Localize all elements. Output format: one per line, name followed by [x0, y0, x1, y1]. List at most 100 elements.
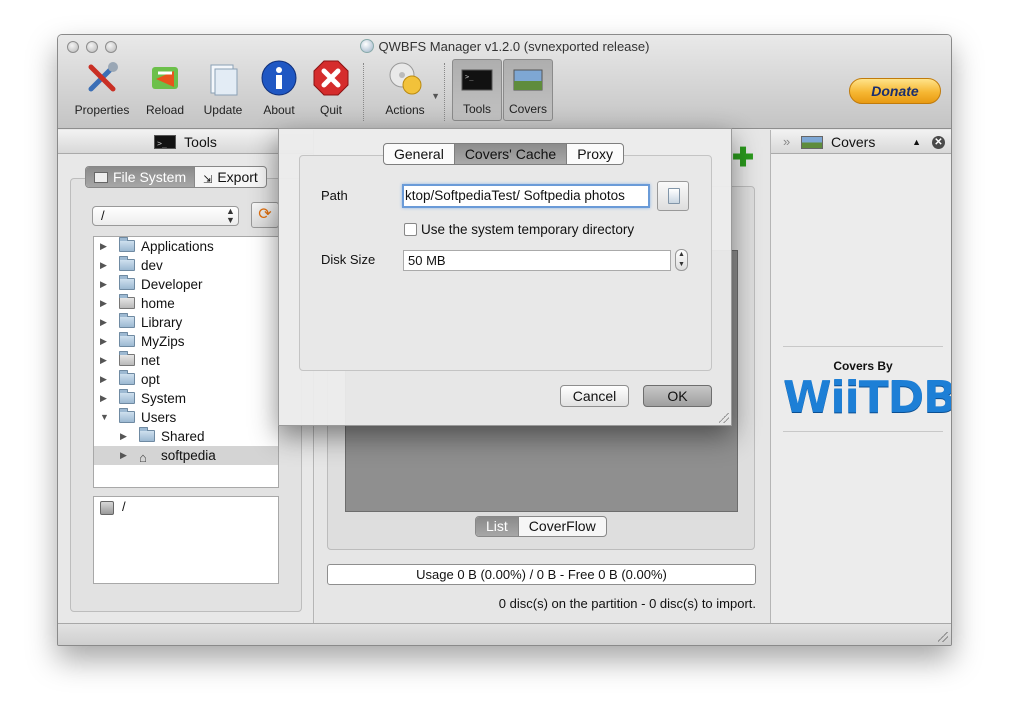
- tab-export[interactable]: ⇲ Export: [195, 167, 266, 187]
- disclosure-closed-icon[interactable]: ▶: [120, 427, 127, 446]
- tab-coverflow[interactable]: CoverFlow: [519, 517, 606, 536]
- title-bar: QWBFS Manager v1.2.0 (svnexported releas…: [58, 35, 951, 129]
- wiitdb-credit[interactable]: Covers By WiiTDB: [783, 346, 952, 432]
- update-icon: [204, 59, 242, 97]
- tree-item-label: Library: [141, 315, 183, 330]
- double-chevron-icon[interactable]: »: [783, 130, 790, 154]
- covers-toggle-button[interactable]: Covers: [503, 59, 553, 121]
- wiitdb-logo: WiiTDB: [783, 372, 952, 423]
- tree-item[interactable]: ▶ dev: [94, 256, 278, 275]
- cache-path-input[interactable]: ktop/SoftpediaTest/ Softpedia photos: [402, 184, 650, 208]
- covers-by-label: Covers By: [833, 359, 893, 373]
- tab-proxy[interactable]: Proxy: [567, 144, 623, 164]
- tree-item[interactable]: ▶ Applications: [94, 237, 278, 256]
- usage-bar: Usage 0 B (0.00%) / 0 B - Free 0 B (0.00…: [327, 564, 756, 585]
- folder-icon: [139, 427, 155, 442]
- disclosure-closed-icon[interactable]: ▶: [120, 446, 127, 465]
- disk-size-stepper[interactable]: ▲ ▼: [675, 249, 688, 271]
- settings-tabs: General Covers' Cache Proxy: [383, 143, 624, 165]
- drive-list[interactable]: /: [93, 496, 279, 584]
- tree-item[interactable]: ▼ Users: [94, 408, 278, 427]
- window-title: QWBFS Manager v1.2.0 (svnexported releas…: [58, 39, 951, 54]
- path-combo-value: /: [101, 208, 105, 223]
- disclosure-closed-icon[interactable]: ▶: [100, 275, 107, 294]
- actions-button[interactable]: Actions ▼: [372, 57, 440, 123]
- folder-icon: [119, 370, 135, 385]
- tree-item-label: opt: [141, 372, 160, 387]
- folder-icon: [119, 256, 135, 271]
- terminal-icon: >_: [461, 64, 493, 96]
- collapse-arrow-icon[interactable]: ▲: [912, 130, 921, 154]
- disclosure-closed-icon[interactable]: ▶: [100, 313, 107, 332]
- tools-panel-header: Tools: [58, 130, 313, 156]
- covers-panel-header: » Covers ▲ ✕: [771, 130, 951, 154]
- tab-covers-cache[interactable]: Covers' Cache: [454, 144, 568, 164]
- temp-dir-label[interactable]: Use the system temporary directory: [421, 222, 634, 237]
- tools-panel-title: Tools: [184, 134, 217, 150]
- tree-item[interactable]: ▶ Developer: [94, 275, 278, 294]
- ok-button[interactable]: OK: [643, 385, 712, 407]
- tree-item-label: Shared: [161, 429, 205, 444]
- update-button[interactable]: Update: [192, 57, 254, 123]
- file-system-icon: [94, 172, 108, 183]
- donate-button[interactable]: Donate: [849, 78, 941, 104]
- tree-item[interactable]: ▶ Shared: [94, 427, 278, 446]
- disk-size-label: Disk Size: [321, 252, 376, 267]
- actions-icon: [386, 59, 424, 97]
- network-folder-icon: [119, 351, 135, 366]
- tree-item-label: MyZips: [141, 334, 185, 349]
- disclosure-open-icon[interactable]: ▼: [100, 408, 109, 427]
- tree-item[interactable]: ▶ MyZips: [94, 332, 278, 351]
- disclosure-closed-icon[interactable]: ▶: [100, 389, 107, 408]
- tree-item[interactable]: ▶ home: [94, 294, 278, 313]
- tab-file-system[interactable]: File System: [86, 167, 196, 187]
- tree-item[interactable]: ▶ ⌂ softpedia: [94, 446, 278, 465]
- tree-item-label: net: [141, 353, 160, 368]
- folder-tree[interactable]: ▶ Applications ▶ dev ▶ Developer ▶ home ▶ Library…: [93, 236, 279, 488]
- close-panel-icon[interactable]: ✕: [932, 136, 945, 149]
- export-icon: ⇲: [203, 174, 213, 186]
- reload-button[interactable]: Reload: [134, 57, 196, 123]
- drive-item[interactable]: /: [122, 499, 126, 514]
- cancel-button[interactable]: Cancel: [560, 385, 629, 407]
- tab-general[interactable]: General: [384, 144, 455, 164]
- resize-grip-icon[interactable]: [938, 632, 948, 642]
- browse-button[interactable]: [657, 181, 689, 211]
- plus-icon: ✚: [732, 142, 754, 172]
- add-partition-button[interactable]: ✚: [731, 144, 755, 170]
- refresh-icon: ⟳: [258, 206, 272, 223]
- disclosure-closed-icon[interactable]: ▶: [100, 237, 107, 256]
- tools-toggle-button[interactable]: >_ Tools: [452, 59, 502, 121]
- view-mode-tabs: List CoverFlow: [475, 516, 607, 537]
- tree-item[interactable]: ▶ Library: [94, 313, 278, 332]
- tree-item-label: dev: [141, 258, 163, 273]
- quit-icon: [312, 59, 350, 97]
- resize-grip-icon[interactable]: [719, 413, 729, 423]
- quit-button[interactable]: Quit: [300, 57, 362, 123]
- disclosure-closed-icon[interactable]: ▶: [100, 351, 107, 370]
- tree-item[interactable]: ▶ opt: [94, 370, 278, 389]
- tree-item-label: Developer: [141, 277, 203, 292]
- disk-size-input[interactable]: 50 MB: [403, 250, 671, 271]
- disclosure-closed-icon[interactable]: ▶: [100, 256, 107, 275]
- tree-item[interactable]: ▶ net: [94, 351, 278, 370]
- disclosure-closed-icon[interactable]: ▶: [100, 370, 107, 389]
- disclosure-closed-icon[interactable]: ▶: [100, 332, 107, 351]
- tab-export-label: Export: [217, 169, 258, 185]
- reload-label: Reload: [145, 103, 185, 117]
- covers-panel-title: Covers: [831, 134, 876, 150]
- path-combo[interactable]: / ▲ ▼: [92, 206, 239, 226]
- refresh-button[interactable]: ⟳: [251, 202, 279, 228]
- folder-icon: [119, 408, 135, 423]
- settings-dialog: General Covers' Cache Proxy Path ktop/So…: [278, 128, 732, 426]
- disk-icon: [100, 501, 114, 515]
- temp-dir-checkbox[interactable]: [404, 223, 417, 236]
- tree-item-label: System: [141, 391, 187, 406]
- disclosure-closed-icon[interactable]: ▶: [100, 294, 107, 313]
- tree-item[interactable]: ▶ System: [94, 389, 278, 408]
- properties-button[interactable]: Properties: [70, 57, 134, 123]
- tree-item-label: Users: [141, 410, 177, 425]
- covers-toggle-label: Covers: [508, 102, 547, 116]
- tab-list[interactable]: List: [476, 517, 519, 536]
- app-icon: [359, 39, 374, 53]
